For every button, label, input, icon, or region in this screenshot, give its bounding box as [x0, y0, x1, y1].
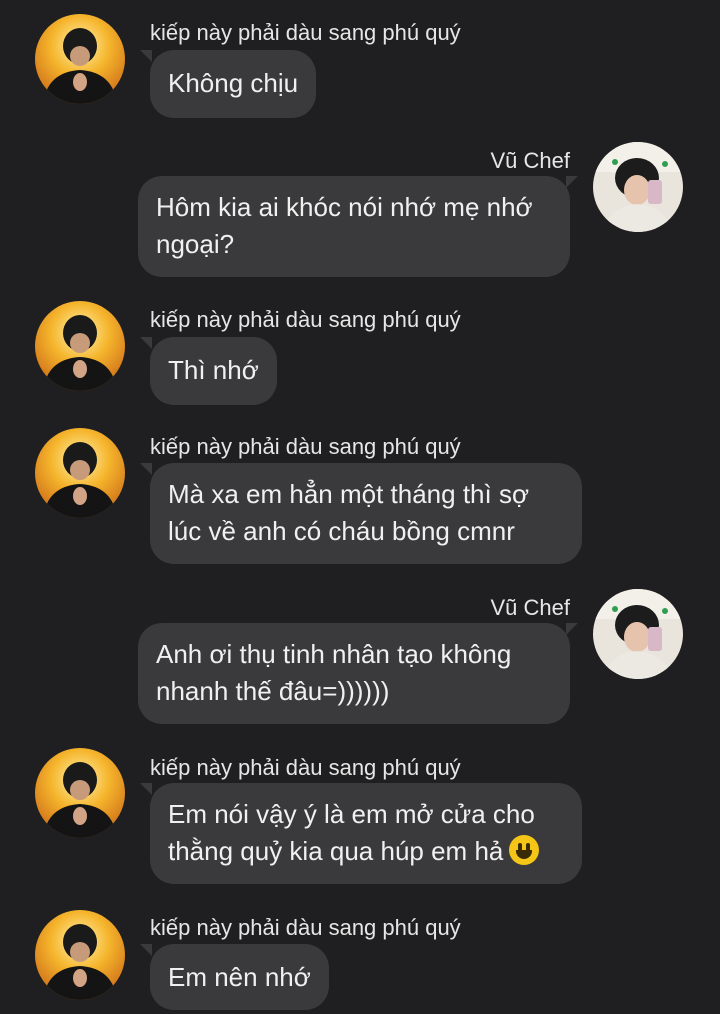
avatar-image — [593, 589, 683, 679]
message-bubble[interactable]: Không chịu — [150, 50, 317, 118]
bubble-tail — [566, 623, 578, 635]
message-text: Không chịu — [168, 68, 299, 98]
avatar[interactable] — [35, 748, 125, 838]
message-text-line: ngoại? — [156, 229, 235, 259]
sender-name: Vũ Chef — [490, 595, 571, 620]
message-text-line: Mà xa em hẳn một tháng thì sợ — [168, 479, 530, 509]
avatar-image — [35, 910, 125, 1000]
sender-name: kiếp này phải dàu sang phú quý — [150, 915, 461, 940]
message-text-line: lúc về anh có cháu bồng cmnr — [168, 516, 515, 546]
sender-name: Vũ Chef — [490, 148, 571, 173]
avatar-image — [35, 301, 125, 391]
message-text-line-with-emoji: thằng quỷ kia qua húp em hả — [168, 833, 564, 870]
message-text: Thì nhớ — [168, 355, 259, 385]
message-text: Em nên nhớ — [168, 962, 311, 992]
avatar-image — [35, 14, 125, 104]
bubble-tail — [140, 337, 152, 349]
message-text-line: Anh ơi thụ tinh nhân tạo không — [156, 639, 512, 669]
message-text-line: Hôm kia ai khóc nói nhớ mẹ nhớ — [156, 192, 533, 222]
avatar[interactable] — [593, 142, 683, 232]
sender-name: kiếp này phải dàu sang phú quý — [150, 307, 461, 332]
bubble-tail — [140, 463, 152, 475]
avatar[interactable] — [35, 910, 125, 1000]
bubble-tail — [566, 176, 578, 188]
sender-name: kiếp này phải dàu sang phú quý — [150, 434, 461, 459]
avatar[interactable] — [35, 301, 125, 391]
grinning-face-emoji-icon — [509, 835, 540, 865]
avatar-image — [35, 748, 125, 838]
bubble-tail — [140, 783, 152, 795]
message-text-line: nhanh thế đâu=)))))) — [156, 676, 390, 706]
avatar[interactable] — [35, 14, 125, 104]
avatar-image — [35, 428, 125, 518]
avatar-image — [593, 142, 683, 232]
avatar[interactable] — [593, 589, 683, 679]
message-bubble[interactable]: Hôm kia ai khóc nói nhớ mẹ nhớ ngoại? — [138, 176, 570, 277]
message-bubble[interactable]: Anh ơi thụ tinh nhân tạo không nhanh thế… — [138, 623, 570, 724]
sender-name: kiếp này phải dàu sang phú quý — [150, 755, 461, 780]
message-bubble[interactable]: Em nói vậy ý là em mở cửa cho thằng quỷ … — [150, 783, 582, 884]
message-bubble[interactable]: Em nên nhớ — [150, 944, 329, 1010]
message-bubble[interactable]: Thì nhớ — [150, 337, 277, 405]
sender-name: kiếp này phải dàu sang phú quý — [150, 20, 461, 45]
message-text-line: thằng quỷ kia qua húp em hả — [168, 836, 504, 866]
message-bubble[interactable]: Mà xa em hẳn một tháng thì sợ lúc về anh… — [150, 463, 582, 564]
bubble-tail — [140, 944, 152, 956]
bubble-tail — [140, 50, 152, 62]
avatar[interactable] — [35, 428, 125, 518]
message-text-line: Em nói vậy ý là em mở cửa cho — [168, 799, 535, 829]
